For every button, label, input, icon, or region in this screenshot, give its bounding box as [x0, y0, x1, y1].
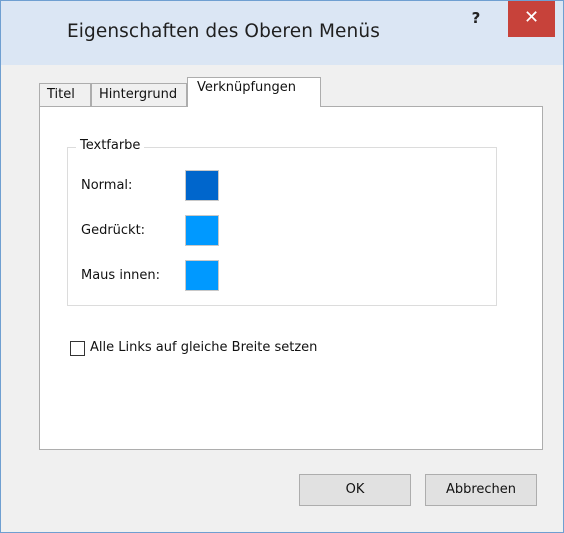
group-title: Textfarbe [76, 138, 145, 153]
tab-panel-verknuepfungen: Textfarbe Normal: Gedrückt: Maus innen: … [39, 106, 543, 450]
tab-verknuepfungen[interactable]: Verknüpfungen [187, 77, 321, 107]
ok-button[interactable]: OK [299, 474, 411, 506]
textfarbe-group: Textfarbe Normal: Gedrückt: Maus innen: [67, 138, 497, 306]
close-icon: ✕ [523, 7, 540, 28]
title-bar[interactable]: Eigenschaften des Oberen Menüs ? ✕ [1, 1, 563, 65]
help-icon: ? [471, 9, 481, 27]
tab-titel[interactable]: Titel [39, 83, 91, 106]
dialog-client-area: Titel Hintergrund Verknüpfungen Textfarb… [9, 65, 557, 527]
color-label-hover: Maus innen: [81, 268, 161, 283]
equal-width-checkbox[interactable] [70, 341, 85, 356]
color-swatch-normal[interactable] [185, 170, 219, 201]
window-title: Eigenschaften des Oberen Menüs [67, 21, 380, 42]
color-swatch-hover[interactable] [185, 260, 219, 291]
cancel-button[interactable]: Abbrechen [425, 474, 537, 506]
tab-hintergrund[interactable]: Hintergrund [91, 83, 187, 106]
close-button[interactable]: ✕ [508, 1, 555, 37]
color-swatch-pressed[interactable] [185, 215, 219, 246]
equal-width-label[interactable]: Alle Links auf gleiche Breite setzen [90, 340, 317, 355]
color-label-normal: Normal: [81, 178, 133, 193]
dialog-window: Eigenschaften des Oberen Menüs ? ✕ Titel… [0, 0, 564, 533]
help-button[interactable]: ? [463, 7, 489, 29]
color-label-pressed: Gedrückt: [81, 223, 146, 238]
